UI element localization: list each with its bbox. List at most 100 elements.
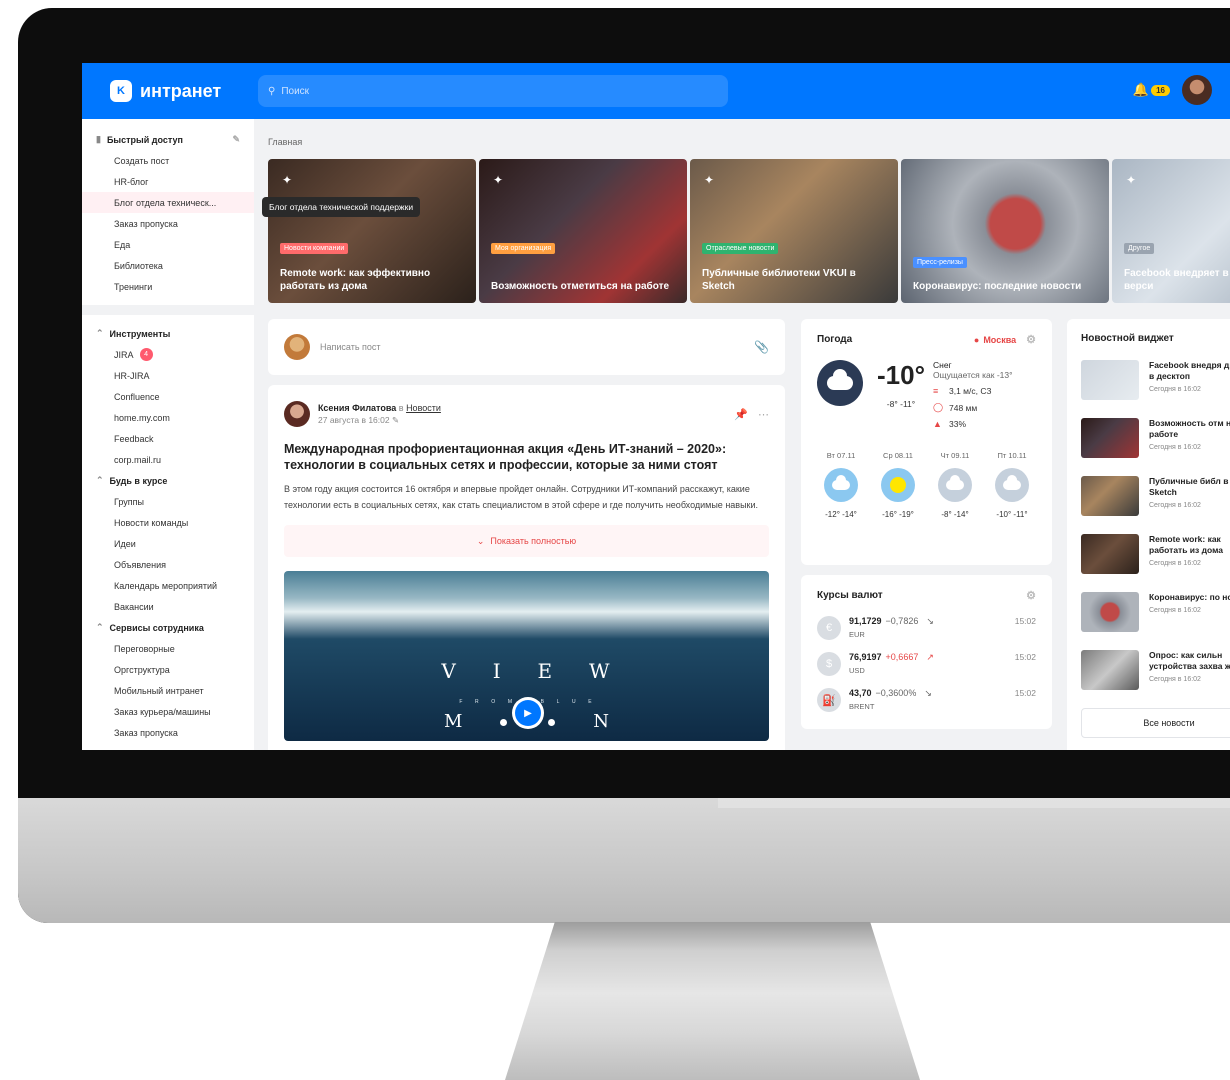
gear-icon[interactable]: ⚙ xyxy=(1026,333,1036,346)
news-item-title: Remote work: как работать из дома xyxy=(1149,534,1223,555)
sidebar-news-item[interactable]: Идеи xyxy=(82,533,254,554)
post-video[interactable]: VIEW FROMABLUE M ▶ N xyxy=(284,571,769,741)
sidebar-services-item[interactable]: Мобильный интранет xyxy=(82,680,254,701)
edit-icon[interactable]: ✎ xyxy=(232,134,240,145)
sidebar-news-item[interactable]: Вакансии xyxy=(82,596,254,617)
more-icon[interactable]: ⋯ xyxy=(758,408,769,421)
all-news-button[interactable]: Все новости xyxy=(1081,708,1230,738)
news-thumbnail xyxy=(1081,592,1139,632)
breadcrumb[interactable]: Главная xyxy=(268,137,302,147)
sidebar-quick-item[interactable]: Блог отдела техническ... xyxy=(82,192,254,213)
sidebar-news-item[interactable]: Группы xyxy=(82,491,254,512)
quick-access-header[interactable]: ▮ Быстрый доступ ✎ xyxy=(82,129,254,150)
sidebar-item-label: HR-блог xyxy=(114,176,149,187)
avatar xyxy=(284,334,310,360)
card-title: Публичные библиотеки VKUI в Sketch xyxy=(702,268,856,292)
pressure-row: ◯ 748 мм xyxy=(933,402,1013,413)
featured-card[interactable]: ✦ Моя организация Возможность отметиться н… xyxy=(479,159,687,303)
post-author[interactable]: Ксения Филатова xyxy=(318,403,396,413)
sidebar-services-item[interactable]: Заказ курьера/машины xyxy=(82,701,254,722)
post-title[interactable]: Международная профориентационная акция «… xyxy=(284,441,769,473)
pin-icon[interactable]: ✦ xyxy=(282,173,292,187)
post-group-link[interactable]: Новости xyxy=(406,403,441,413)
gear-icon[interactable]: ⚙ xyxy=(1026,589,1036,602)
sidebar-item-label: Вакансии xyxy=(114,601,154,612)
sidebar-services-item[interactable]: Заказ пропуска xyxy=(82,722,254,743)
sidebar-news-item[interactable]: Календарь мероприятий xyxy=(82,575,254,596)
search-input[interactable]: ⚲ Поиск xyxy=(258,75,728,107)
rates-title: Курсы валют xyxy=(817,590,883,601)
featured-card[interactable]: ✦ Новости компании Remote work: как эффект… xyxy=(268,159,476,303)
notifications-button[interactable]: 🔔 16 xyxy=(1133,82,1170,98)
weather-condition: Снег xyxy=(932,360,952,370)
sidebar-quick-item[interactable]: Создать пост xyxy=(82,150,254,171)
sidebar-services-item[interactable]: Переговорные xyxy=(82,638,254,659)
sidebar-services-item[interactable]: Оргструктура xyxy=(82,659,254,680)
pin-icon[interactable]: ✦ xyxy=(1126,173,1136,187)
post-date: 27 августа в 16:02 ✎ xyxy=(318,415,441,426)
attach-icon[interactable]: 📎 xyxy=(754,340,769,354)
forecast-day[interactable]: Пт 10.11 -10° -11° xyxy=(988,451,1036,519)
sidebar-quick-item[interactable]: Тренинги xyxy=(82,276,254,297)
pin-icon[interactable]: 📌 xyxy=(734,408,748,421)
compose-box[interactable]: Написать пост 📎 xyxy=(268,319,785,375)
sidebar-news-item[interactable]: Новости команды xyxy=(82,512,254,533)
sidebar-item-label: Заказ пропуска xyxy=(114,727,178,738)
sidebar-news-item[interactable]: Объявления xyxy=(82,554,254,575)
forecast-range: -12° -14° xyxy=(825,510,857,519)
featured-card[interactable]: ✦ Другое Facebook внедряет в десктопной ве… xyxy=(1112,159,1230,303)
sidebar-quick-item[interactable]: Еда xyxy=(82,234,254,255)
card-tag: Отраслевые новости xyxy=(702,243,779,254)
currency-code: BRENT xyxy=(849,702,875,711)
sidebar-quick-item[interactable]: Библиотека xyxy=(82,255,254,276)
tools-header[interactable]: ⌃ Инструменты xyxy=(82,323,254,344)
featured-card[interactable]: ✦ Отраслевые новости Публичные библиотеки … xyxy=(690,159,898,303)
news-section-title: Будь в курсе xyxy=(109,475,168,486)
sidebar-tools-item[interactable]: JIRA 4 xyxy=(82,344,254,365)
sidebar-tools-item[interactable]: HR-JIRA xyxy=(82,365,254,386)
show-more-button[interactable]: ⌄ Показать полностью xyxy=(284,525,769,557)
card-tag: Пресс-релизы xyxy=(913,257,967,268)
news-item[interactable]: Опрос: как сильн устройства захва жизнь?… xyxy=(1081,650,1230,694)
sidebar-item-label: Блог отдела техническ... xyxy=(114,197,217,208)
weather-forecast: Вт 07.11 -12° -14° Ср 08.11 -16° -19° Чт 09.… xyxy=(817,451,1036,519)
forecast-day[interactable]: Вт 07.11 -12° -14° xyxy=(817,451,865,519)
news-item[interactable]: Remote work: как работать из дома Сегодня… xyxy=(1081,534,1230,578)
sidebar-quick-item[interactable]: HR-блог xyxy=(82,171,254,192)
sidebar-tools-item[interactable]: Feedback xyxy=(82,428,254,449)
news-item[interactable]: Коронавирус: по новости Сегодня в 16:02 xyxy=(1081,592,1230,636)
logo[interactable]: K интранет xyxy=(110,80,250,102)
sidebar-tools-item[interactable]: home.my.com xyxy=(82,407,254,428)
currency-row: $76,9197 +0,6667 ↗ USD 15:02 xyxy=(817,652,1036,676)
news-item-text: Возможность отм на работе Сегодня в 16:02 xyxy=(1149,418,1230,462)
forecast-range: -10° -11° xyxy=(996,510,1028,519)
news-item[interactable]: Публичные библ в Sketch Сегодня в 16:02 xyxy=(1081,476,1230,520)
pin-icon[interactable]: ✦ xyxy=(704,173,714,187)
weather-temp-block: -10° -8° -11° xyxy=(877,360,925,429)
news-section-header[interactable]: ⌃ Будь в курсе xyxy=(82,470,254,491)
news-thumbnail xyxy=(1081,534,1139,574)
news-item[interactable]: Facebook внедря дизайн в десктоп Сегодня … xyxy=(1081,360,1230,404)
play-icon: ▶ xyxy=(515,700,541,726)
currency-code: EUR xyxy=(849,630,865,639)
user-avatar[interactable] xyxy=(1182,75,1212,105)
sidebar-quick-item[interactable]: Заказ пропуска xyxy=(82,213,254,234)
play-button[interactable]: ▶ xyxy=(512,697,544,729)
sidebar-tools-item[interactable]: Confluence xyxy=(82,386,254,407)
sidebar-item-label: Новости команды xyxy=(114,517,189,528)
featured-card[interactable]: Пресс-релизы Коронавирус: последние новос… xyxy=(901,159,1109,303)
currency-usd-icon: $ xyxy=(817,652,841,676)
sidebar-item-label: Оргструктура xyxy=(114,664,170,675)
sidebar-tools-item[interactable]: corp.mail.ru xyxy=(82,449,254,470)
pin-icon[interactable]: ✦ xyxy=(493,173,503,187)
forecast-day[interactable]: Ср 08.11 -16° -19° xyxy=(874,451,922,519)
news-item-title: Facebook внедря дизайн в десктоп xyxy=(1149,360,1230,381)
avatar[interactable] xyxy=(284,401,310,427)
news-item[interactable]: Возможность отм на работе Сегодня в 16:02 xyxy=(1081,418,1230,462)
services-header[interactable]: ⌃ Сервисы сотрудника xyxy=(82,617,254,638)
video-subtitle-letter: R xyxy=(475,699,481,705)
forecast-day[interactable]: Чт 09.11 -8° -14° xyxy=(931,451,979,519)
forecast-day-label: Чт 09.11 xyxy=(940,451,970,460)
feed: Написать пост 📎 Ксения Филатова в Новост… xyxy=(268,319,785,750)
weather-city[interactable]: ● Москва xyxy=(974,335,1016,345)
